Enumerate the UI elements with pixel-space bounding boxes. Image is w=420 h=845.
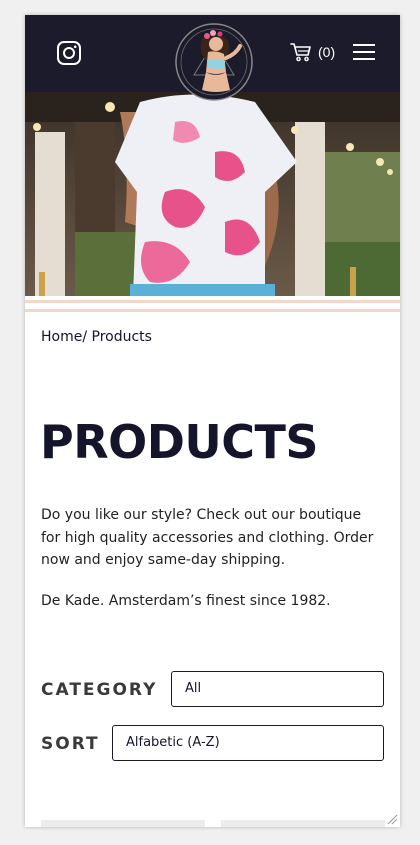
accent-stripe	[25, 309, 400, 312]
sort-label: SORT	[41, 734, 100, 754]
breadcrumb[interactable]: Home/ Products	[41, 329, 152, 345]
page-frame: (0) Home/ Products PRODUCTS Do you like …	[25, 15, 400, 827]
sort-select[interactable]: Alfabetic (A-Z)	[112, 725, 384, 761]
cart-icon	[290, 43, 311, 62]
tagline-text: De Kade. Amsterdam’s finest since 1982.	[41, 593, 331, 609]
hamburger-menu-icon[interactable]	[352, 42, 376, 62]
category-select[interactable]: All	[171, 671, 384, 707]
instagram-icon[interactable]	[56, 40, 82, 66]
hero-photo	[25, 92, 400, 296]
accent-stripe	[25, 300, 400, 303]
boutique-logo[interactable]	[172, 20, 256, 104]
intro-text: Do you like our style? Check out our bou…	[41, 507, 374, 568]
hero-image	[25, 92, 400, 296]
product-card[interactable]	[221, 820, 385, 827]
product-card[interactable]	[41, 820, 205, 827]
cart-button[interactable]: (0)	[290, 42, 335, 62]
cart-count: (0)	[318, 44, 336, 60]
category-label: CATEGORY	[41, 680, 158, 700]
resize-handle-icon[interactable]	[386, 813, 398, 825]
page-title: PRODUCTS	[40, 415, 319, 469]
